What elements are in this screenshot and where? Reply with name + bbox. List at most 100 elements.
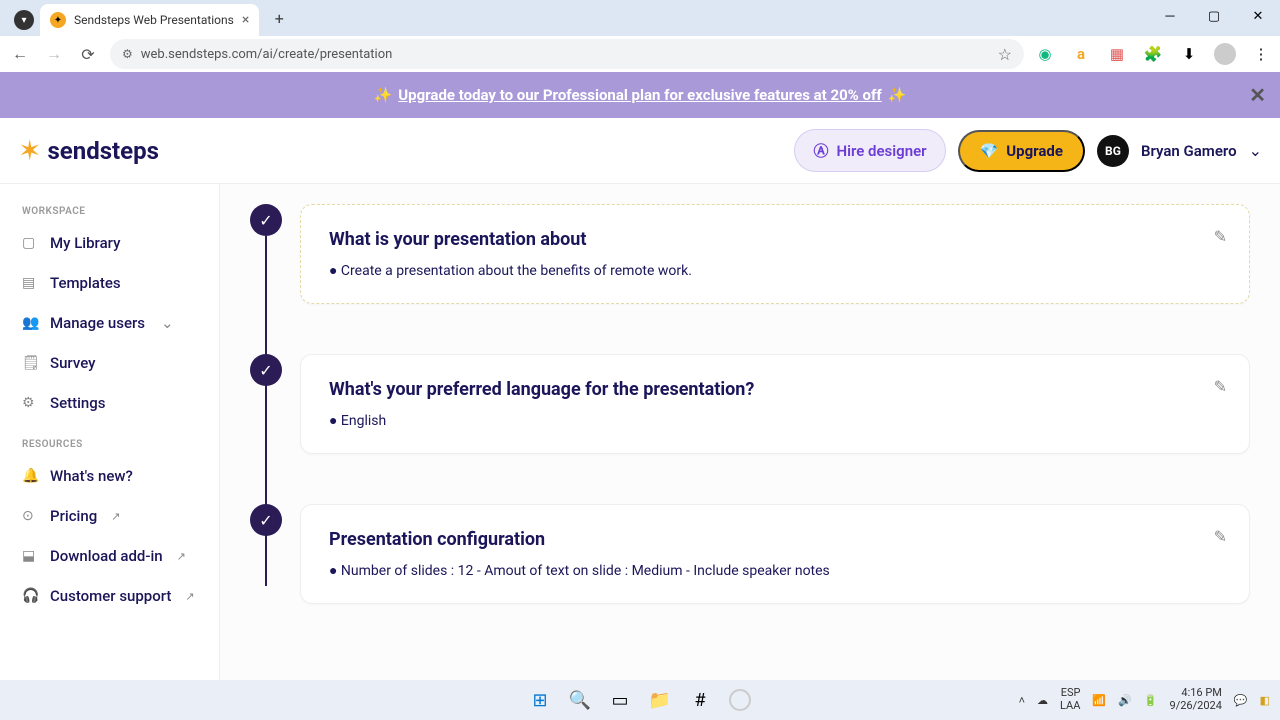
task-view-icon[interactable]: ▭ (607, 687, 633, 713)
extensions-puzzle-icon[interactable]: 🧩 (1142, 43, 1164, 65)
step-check-icon: ✓ (250, 354, 282, 386)
address-bar: ← → ⟳ ⚙ web.sendsteps.com/ai/create/pres… (0, 36, 1280, 72)
url-text: web.sendsteps.com/ai/create/presentation (141, 47, 393, 62)
library-icon: ▢ (22, 235, 38, 251)
sidebar-item-manage-users[interactable]: 👥Manage users⌄ (8, 303, 211, 343)
tab-close-icon[interactable]: × (242, 12, 249, 28)
upgrade-button[interactable]: 💎 Upgrade (958, 130, 1085, 172)
tab-search-dropdown[interactable]: ▾ (14, 10, 34, 30)
site-info-icon[interactable]: ⚙ (122, 47, 133, 61)
sidebar-item-download-addin[interactable]: ⬓ Download add-in ↗ (8, 536, 211, 576)
survey-icon: 🗒 (22, 355, 38, 371)
hire-designer-icon: Ⓐ (813, 140, 828, 161)
profile-avatar-icon[interactable] (1214, 43, 1236, 65)
sidebar-item-label: My Library (50, 234, 120, 252)
sidebar-item-whats-new[interactable]: 🔔 What's new? (8, 456, 211, 496)
user-menu-chevron-icon[interactable]: ⌄ (1249, 141, 1262, 160)
sidebar-item-pricing[interactable]: ⊙ Pricing ↗ (8, 496, 211, 536)
upgrade-label: Upgrade (1006, 142, 1063, 160)
upgrade-gem-icon: 💎 (980, 142, 999, 160)
file-explorer-icon[interactable]: 📁 (647, 687, 673, 713)
sidebar-item-my-library[interactable]: ▢ My Library (8, 223, 211, 263)
promo-prefix: ✨ (374, 86, 393, 104)
sidebar-item-customer-support[interactable]: 🎧Customer support↗ (8, 576, 211, 616)
step-body: ● Number of slides : 12 - Amout of text … (329, 562, 1221, 579)
page-viewport: ✨ Upgrade today to our Professional plan… (0, 72, 1280, 680)
new-tab-button[interactable]: + (265, 4, 293, 32)
step-title: What is your presentation about (329, 229, 1221, 250)
browser-tab[interactable]: ✦ Sendsteps Web Presentations × (40, 4, 259, 36)
start-button[interactable]: ⊞ (527, 687, 553, 713)
step-title: Presentation configuration (329, 529, 1221, 550)
forward-button[interactable]: → (42, 42, 66, 66)
avatar[interactable]: BG (1097, 135, 1129, 167)
hire-designer-button[interactable]: Ⓐ Hire designer (794, 129, 945, 172)
step-card: What's your preferred language for the p… (300, 354, 1250, 454)
bell-icon: 🔔 (22, 468, 38, 484)
wifi-icon[interactable]: 📶 (1092, 694, 1106, 707)
step-title: What's your preferred language for the p… (329, 379, 1221, 400)
battery-icon[interactable]: 🔋 (1144, 694, 1158, 707)
extension-grammarly-icon[interactable]: ◉ (1034, 43, 1056, 65)
sidebar-item-label: Pricing (50, 507, 97, 525)
extension-icons: ◉ a ▦ 🧩 ⬇ ⋮ (1034, 43, 1272, 65)
maximize-button[interactable]: ▢ (1192, 0, 1236, 32)
step-about: ✓ What is your presentation about ● Crea… (250, 204, 1250, 304)
reload-button[interactable]: ⟳ (76, 42, 100, 66)
download-icon: ⬓ (22, 548, 38, 564)
external-link-icon: ↗ (111, 510, 120, 523)
sidebar-item-settings[interactable]: ⚙ Settings (8, 383, 211, 423)
logo[interactable]: ✶ sendsteps (18, 134, 159, 167)
tray-app-icon[interactable]: ◧ (1260, 694, 1270, 707)
chrome-icon[interactable] (727, 687, 753, 713)
chrome-menu-icon[interactable]: ⋮ (1250, 43, 1272, 65)
tab-title: Sendsteps Web Presentations (74, 13, 234, 27)
notifications-icon[interactable]: 💬 (1234, 694, 1248, 707)
sidebar-item-templates[interactable]: ▤ Templates (8, 263, 211, 303)
settings-icon: ⚙ (22, 395, 38, 411)
tray-chevron-icon[interactable]: ˄ (1019, 694, 1025, 707)
hire-designer-label: Hire designer (836, 142, 926, 160)
browser-chrome: ▾ ✦ Sendsteps Web Presentations × + ─ ▢ … (0, 0, 1280, 72)
sidebar-item-label: Templates (50, 274, 121, 292)
logo-text: sendsteps (47, 137, 159, 165)
promo-suffix: ✨ (888, 86, 907, 104)
tab-favicon: ✦ (50, 12, 66, 28)
promo-link[interactable]: Upgrade today to our Professional plan f… (398, 86, 881, 104)
language-indicator[interactable]: ESPLAA (1060, 687, 1080, 712)
step-configuration: ✓ Presentation configuration ● Number of… (250, 504, 1250, 604)
sidebar-item-label: Download add-in (50, 547, 163, 565)
close-window-button[interactable]: ✕ (1236, 0, 1280, 32)
external-link-icon: ↗ (177, 550, 186, 563)
step-card: Presentation configuration ● Number of s… (300, 504, 1250, 604)
app-header: ✶ sendsteps Ⓐ Hire designer 💎 Upgrade BG… (0, 118, 1280, 184)
edit-pencil-icon[interactable]: ✎ (1214, 377, 1227, 396)
search-icon[interactable]: 🔍 (567, 687, 593, 713)
clock[interactable]: 4:16 PM9/26/2024 (1170, 687, 1222, 712)
extension-grid-icon[interactable]: ▦ (1106, 43, 1128, 65)
window-controls: ─ ▢ ✕ (1148, 0, 1280, 32)
templates-icon: ▤ (22, 275, 38, 291)
extension-a-icon[interactable]: a (1070, 43, 1092, 65)
sidebar-item-survey[interactable]: 🗒 Survey (8, 343, 211, 383)
chevron-down-icon: ⌄ (161, 314, 174, 332)
pricing-icon: ⊙ (22, 508, 38, 524)
sidebar-item-label: Settings (50, 394, 106, 412)
windows-taskbar: ⊞ 🔍 ▭ 📁 # ˄ ☁ ESPLAA 📶 🔊 🔋 4:16 PM9/26/2… (0, 680, 1280, 720)
back-button[interactable]: ← (8, 42, 32, 66)
step-body: ● Create a presentation about the benefi… (329, 262, 1221, 279)
volume-icon[interactable]: 🔊 (1118, 694, 1132, 707)
tray-cloud-icon[interactable]: ☁ (1037, 694, 1048, 707)
sidebar-item-label: Customer support (50, 587, 171, 605)
edit-pencil-icon[interactable]: ✎ (1214, 527, 1227, 546)
tab-bar: ▾ ✦ Sendsteps Web Presentations × + ─ ▢ … (0, 0, 1280, 36)
minimize-button[interactable]: ─ (1148, 0, 1192, 32)
url-input[interactable]: ⚙ web.sendsteps.com/ai/create/presentati… (110, 39, 1024, 69)
bookmark-star-icon[interactable]: ☆ (998, 45, 1012, 64)
sidebar-item-label: Survey (50, 354, 96, 372)
downloads-icon[interactable]: ⬇ (1178, 43, 1200, 65)
slack-icon[interactable]: # (687, 687, 713, 713)
sidebar-item-label: What's new? (50, 467, 133, 485)
promo-close-icon[interactable]: ✕ (1249, 83, 1266, 107)
edit-pencil-icon[interactable]: ✎ (1214, 227, 1227, 246)
